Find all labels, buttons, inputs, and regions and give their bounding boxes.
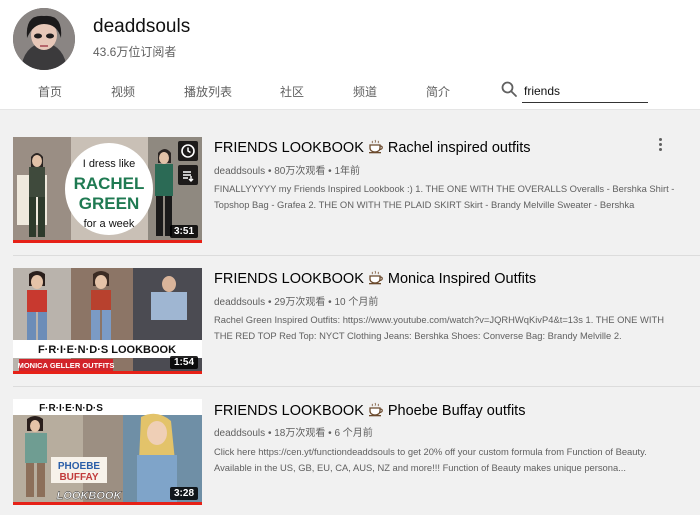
watch-later-icon[interactable] bbox=[178, 141, 198, 161]
tab-playlists[interactable]: 播放列表 bbox=[184, 83, 232, 100]
watch-progress-bar bbox=[13, 502, 202, 505]
video-duration: 1:54 bbox=[169, 356, 198, 369]
tab-home[interactable]: 首页 bbox=[38, 83, 62, 100]
watch-progress-bar bbox=[13, 371, 202, 374]
thumbnail-text: I dress like bbox=[83, 158, 136, 170]
thumbnail-text: for a week bbox=[84, 218, 135, 230]
thumbnail-text: RACHEL bbox=[74, 174, 145, 193]
video-description: Rachel Green Inspired Outfits: https://w… bbox=[214, 314, 664, 341]
video-thumbnail[interactable]: I dress like RACHEL GREEN for a week 3:5… bbox=[13, 137, 202, 243]
add-to-queue-icon[interactable] bbox=[178, 165, 198, 185]
thumbnail-text: PHOEBE bbox=[58, 461, 101, 472]
search-input[interactable] bbox=[522, 80, 648, 103]
more-options-icon[interactable] bbox=[654, 136, 666, 154]
upload-age: 10 个月前 bbox=[334, 297, 379, 308]
divider bbox=[13, 255, 700, 256]
video-title[interactable]: FRIENDS LOOKBOOK Rachel inspired outfits bbox=[214, 139, 531, 158]
thumbnail-text: GREEN bbox=[79, 194, 139, 213]
tab-about[interactable]: 简介 bbox=[426, 83, 450, 100]
view-count: 29万次观看 bbox=[274, 297, 326, 308]
tab-community[interactable]: 社区 bbox=[280, 83, 304, 100]
divider bbox=[13, 386, 700, 387]
channel-avatar[interactable] bbox=[13, 8, 75, 70]
view-count: 80万次观看 bbox=[274, 166, 326, 177]
video-title[interactable]: FRIENDS LOOKBOOK Phoebe Buffay outfits bbox=[214, 402, 525, 421]
video-channel: deaddsouls bbox=[214, 166, 266, 177]
thumbnail-text: MONICA GELLER OUTFITS bbox=[18, 361, 115, 370]
search-icon[interactable] bbox=[500, 80, 518, 98]
video-description: Click here https://cen.yt/functiondeadds… bbox=[214, 446, 647, 473]
upload-age: 6 个月前 bbox=[334, 428, 373, 439]
coffee-cup-icon bbox=[368, 139, 384, 158]
channel-header: deaddsouls 43.6万位订阅者 首页 视频 播放列表 社区 频道 简介 bbox=[0, 0, 700, 110]
video-channel: deaddsouls bbox=[214, 428, 266, 439]
tab-videos[interactable]: 视频 bbox=[111, 83, 135, 100]
watch-progress-bar bbox=[13, 240, 202, 243]
video-duration: 3:51 bbox=[169, 225, 198, 238]
video-thumbnail[interactable]: F·R·I·E·N·D·S PHOEBE BUFFAY LOOKBOOK 3:2… bbox=[13, 399, 202, 505]
video-meta: deaddsouls • 80万次观看 • 1年前 bbox=[214, 166, 360, 177]
subscriber-count: 43.6万位订阅者 bbox=[93, 45, 177, 59]
view-count: 18万次观看 bbox=[274, 428, 326, 439]
coffee-cup-icon bbox=[368, 402, 384, 421]
thumbnail-text: BUFFAY bbox=[59, 472, 98, 483]
tab-channels[interactable]: 频道 bbox=[353, 83, 377, 100]
thumbnail-text: F·R·I·E·N·D·S bbox=[39, 403, 103, 414]
channel-name: deaddsouls bbox=[93, 16, 191, 37]
video-channel: deaddsouls bbox=[214, 297, 266, 308]
upload-age: 1年前 bbox=[334, 166, 360, 177]
video-duration: 3:28 bbox=[169, 487, 198, 500]
video-thumbnail[interactable]: F·R·I·E·N·D·S LOOKBOOK MONICA GELLER OUT… bbox=[13, 268, 202, 374]
video-description: FINALLYYYYY my Friends Inspired Lookbook… bbox=[214, 183, 675, 210]
coffee-cup-icon bbox=[368, 270, 384, 289]
thumbnail-text: F·R·I·E·N·D·S LOOKBOOK bbox=[38, 344, 176, 356]
video-meta: deaddsouls • 29万次观看 • 10 个月前 bbox=[214, 297, 379, 308]
thumbnail-text: LOOKBOOK bbox=[57, 490, 123, 502]
video-meta: deaddsouls • 18万次观看 • 6 个月前 bbox=[214, 428, 373, 439]
video-title[interactable]: FRIENDS LOOKBOOK Monica Inspired Outfits bbox=[214, 270, 536, 289]
